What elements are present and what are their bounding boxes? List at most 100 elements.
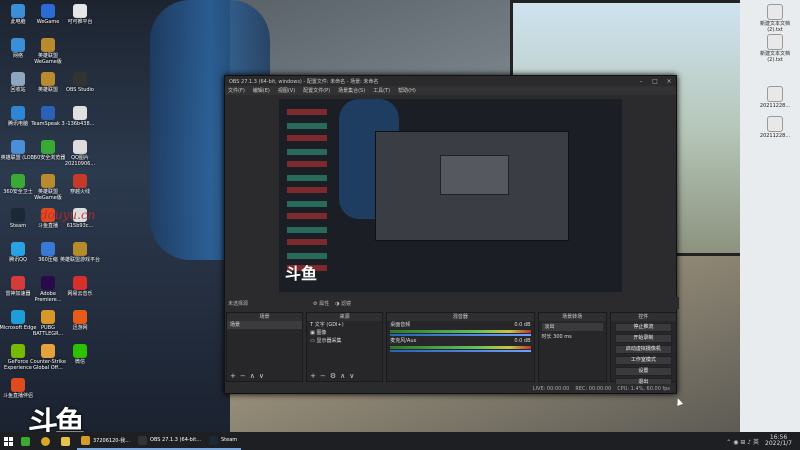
source-item[interactable]: T 文字 (GDI+): [307, 321, 382, 329]
source-label: 显示器采集: [316, 338, 342, 344]
desktop-icon-label: 615b93c...: [66, 223, 94, 229]
desktop-icon-label: Steam: [9, 223, 27, 229]
taskbar-app[interactable]: OBS 27.1.3 (64-bit...: [134, 432, 205, 450]
mixer-channel: 桌面音频 0.0 dB: [387, 321, 533, 329]
menu-file[interactable]: 文件(F): [228, 87, 245, 94]
tray-icons[interactable]: ⌃ ◉ ⊞ ♪ 英: [726, 437, 759, 446]
no-source-label: 未选择源: [228, 300, 249, 307]
up-icon[interactable]: ∧: [340, 372, 345, 380]
desktop-icon[interactable]: 新建文本文档(2).txt: [755, 4, 795, 33]
desktop-icon[interactable]: 新建文本文档(2).txt: [755, 34, 795, 63]
preview-desktop-icons: [287, 109, 327, 279]
desktop-icon-label: 网易云音乐: [67, 291, 93, 297]
sources-dock: 来源 T 文字 (GDI+) ▣ 图像 ▭ 显示器采集 + − ⚙ ∧ ∨: [306, 312, 384, 382]
app-icon: [73, 4, 87, 18]
obs-preview[interactable]: 斗鱼: [279, 99, 622, 292]
desktop-icon[interactable]: 20211228...: [755, 116, 795, 139]
desktop-icon-label: 迅游网: [72, 325, 88, 331]
taskbar-folder-icon[interactable]: [57, 432, 77, 450]
obs-status-bar: LIVE: 00:00:00 REC: 00:00:00 CPU: 1.4%, …: [225, 384, 676, 393]
menu-help[interactable]: 帮助(H): [398, 87, 416, 94]
taskbar-chrome-icon[interactable]: [37, 432, 57, 450]
app-icon: [11, 344, 25, 358]
desktop-icon[interactable]: 英雄联盟 WeGame版: [28, 38, 68, 65]
desktop-icon[interactable]: 穿越火线: [60, 174, 100, 195]
minimize-icon[interactable]: –: [634, 78, 648, 85]
close-icon[interactable]: ×: [662, 78, 676, 85]
preview-nested-obs-inner: [440, 155, 509, 195]
scene-item[interactable]: 场景: [227, 321, 303, 329]
source-item[interactable]: ▣ 图像: [307, 329, 382, 337]
desktop-icon-label: 可可推平台: [67, 19, 93, 25]
menu-tools[interactable]: 工具(T): [373, 87, 390, 94]
clock[interactable]: 16:56 2022/1/7: [765, 435, 792, 447]
desktop-icon-label: 腾讯电脑: [7, 121, 28, 127]
desktop-icon[interactable]: QQ图片 20210906...: [60, 140, 100, 167]
desktop-icon-label: 新建文本文档(2).txt: [759, 51, 790, 63]
desktop-icon[interactable]: 可可推平台: [60, 4, 100, 25]
desktop-icon-label: 英雄联盟 WeGame版: [34, 189, 62, 201]
desktop-icon-label: 回收站: [10, 87, 26, 93]
menu-view[interactable]: 视图(V): [278, 87, 295, 94]
remove-icon[interactable]: −: [240, 372, 246, 380]
desktop-icon[interactable]: 斗鱼直播伴侣: [0, 378, 38, 399]
menu-scene-collection[interactable]: 场景集合(S): [338, 87, 365, 94]
taskbar-app[interactable]: 37206120-我...: [77, 432, 135, 450]
desktop-icon-label: 雷神加速器: [5, 291, 31, 297]
desktop-icon[interactable]: 迅游网: [60, 310, 100, 331]
channel-db: 0.0 dB: [514, 322, 531, 328]
menu-edit[interactable]: 编辑(E): [253, 87, 270, 94]
system-tray: ⌃ ◉ ⊞ ♪ 英 16:56 2022/1/7: [726, 435, 800, 447]
desktop-icon-label: 360压缩: [38, 257, 58, 263]
desktop-icon-label: 英雄联盟: [37, 87, 58, 93]
desktop-icon[interactable]: 微信: [60, 344, 100, 365]
settings-button[interactable]: 设置: [614, 367, 672, 376]
file-icon: [767, 34, 783, 50]
obs-titlebar[interactable]: OBS 27.1.3 (64-bit, windows) - 配置文件: 未命名…: [225, 76, 676, 86]
desktop-icon[interactable]: 网易云音乐: [60, 276, 100, 297]
desktop-icon-label: 网络: [12, 53, 23, 59]
app-icon: [41, 140, 55, 154]
menu-profile[interactable]: 配置文件(P): [303, 87, 330, 94]
start-recording-button[interactable]: 开始录制: [614, 334, 672, 343]
source-item[interactable]: ▭ 显示器采集: [307, 337, 382, 345]
duration-input[interactable]: 300 ms: [553, 334, 572, 340]
channel-name: 桌面音频: [390, 322, 411, 328]
file-icon: [767, 116, 783, 132]
mixer-channel: 麦克风/Aux 0.0 dB: [387, 337, 533, 345]
obs-window[interactable]: OBS 27.1.3 (64-bit, windows) - 配置文件: 未命名…: [224, 75, 679, 394]
controls-header: 控件: [610, 313, 676, 321]
filters-button[interactable]: ◑ 滤镜: [335, 300, 351, 307]
virtual-camera-button[interactable]: 启动虚拟摄像机: [614, 345, 672, 354]
taskbar-app-label: OBS 27.1.3 (64-bit...: [150, 437, 201, 443]
channel-name: 麦克风/Aux: [390, 338, 417, 344]
volume-slider[interactable]: [390, 334, 531, 336]
down-icon[interactable]: ∨: [259, 372, 264, 380]
taskbar-360-icon[interactable]: [17, 432, 37, 450]
desktop-icon[interactable]: OBS Studio: [60, 72, 100, 93]
maximize-icon[interactable]: □: [648, 78, 662, 85]
level-meter: [390, 330, 531, 333]
app-icon: [73, 310, 87, 324]
down-icon[interactable]: ∨: [349, 372, 354, 380]
taskbar-app[interactable]: Steam: [204, 432, 242, 450]
remove-icon[interactable]: −: [320, 372, 326, 380]
studio-mode-button[interactable]: 工作室模式: [614, 356, 672, 365]
app-icon: [11, 242, 25, 256]
app-icon: [73, 72, 87, 86]
add-icon[interactable]: +: [230, 372, 236, 380]
transition-select[interactable]: 淡出: [541, 323, 603, 331]
taskbar-app-label: Steam: [220, 437, 238, 443]
properties-button[interactable]: ⚙ 属性: [313, 300, 329, 307]
desktop-icon-label: 斗鱼直播: [37, 223, 58, 229]
start-button[interactable]: [0, 432, 17, 450]
desktop-icon-label: 20211228...: [759, 103, 791, 109]
desktop-icon[interactable]: 英雄联盟游戏平台: [60, 242, 100, 263]
stop-streaming-button[interactable]: 停止推流: [614, 323, 672, 332]
desktop-icon[interactable]: -136b438...: [60, 106, 100, 127]
desktop-icon[interactable]: 20211228...: [755, 86, 795, 109]
up-icon[interactable]: ∧: [250, 372, 255, 380]
volume-slider[interactable]: [390, 350, 531, 352]
add-icon[interactable]: +: [310, 372, 316, 380]
gear-icon[interactable]: ⚙: [330, 372, 336, 380]
